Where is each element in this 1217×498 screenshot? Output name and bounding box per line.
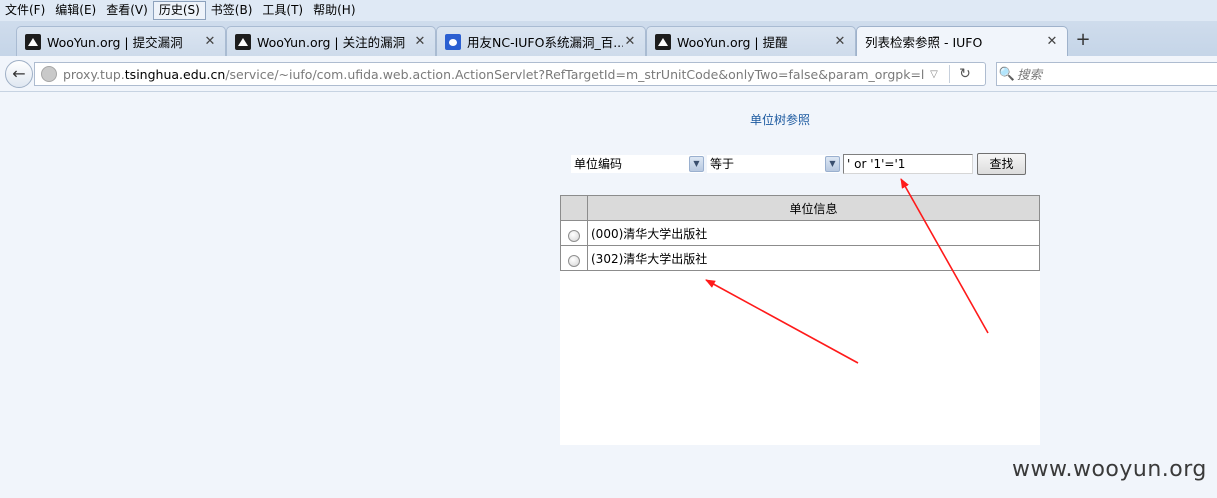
tab-label: 用友NC-IUFO系统漏洞_百... (467, 35, 623, 50)
table-header-row: 单位信息 (560, 195, 1040, 221)
globe-icon (41, 66, 57, 82)
close-icon[interactable]: ✕ (833, 34, 847, 49)
wooyun-favicon-icon (655, 33, 671, 50)
url-path: /service/~iufo/com.ufida.web.action.Acti… (225, 66, 925, 82)
tab-iufo-active[interactable]: 列表检索参照 - IUFO ✕ (856, 26, 1068, 56)
tab-wooyun-submit[interactable]: WooYun.org | 提交漏洞 ✕ (16, 26, 226, 56)
url-prefix: proxy.tup. (63, 66, 125, 82)
menu-view[interactable]: 查看(V) (101, 1, 153, 20)
menu-help[interactable]: 帮助(H) (308, 1, 360, 20)
close-icon[interactable]: ✕ (623, 34, 637, 49)
url-domain: tsinghua.edu.cn (124, 66, 226, 82)
table-row[interactable]: (302)清华大学出版社 (560, 245, 1040, 271)
row-unit-label: (000)清华大学出版社 (587, 220, 1040, 246)
menu-tools[interactable]: 工具(T) (257, 1, 308, 20)
filter-field-value: 单位编码 (574, 157, 623, 171)
search-button[interactable]: 查找 (977, 153, 1026, 175)
tab-baidu-search[interactable]: 用友NC-IUFO系统漏洞_百... ✕ (436, 26, 646, 56)
chevron-down-icon[interactable]: ▼ (825, 156, 840, 172)
filter-field-select[interactable]: 单位编码 ▼ (571, 155, 704, 173)
row-radio[interactable] (568, 229, 580, 242)
search-input[interactable] (1017, 66, 1207, 82)
row-radio-cell (560, 245, 588, 271)
url-bar[interactable]: proxy.tup.tsinghua.edu.cn/service/~iufo/… (34, 62, 986, 86)
filter-operator-value: 等于 (710, 157, 735, 171)
row-unit-label: (302)清华大学出版社 (587, 245, 1040, 271)
watermark: www.wooyun.org (1012, 457, 1207, 482)
new-tab-button[interactable]: + (1072, 29, 1094, 51)
tab-label: WooYun.org | 提交漏洞 (47, 35, 183, 50)
url-text[interactable]: proxy.tup.tsinghua.edu.cn/service/~iufo/… (63, 67, 925, 82)
reload-icon[interactable]: ↻ (956, 66, 974, 82)
tab-label: WooYun.org | 关注的漏洞 (257, 35, 406, 50)
tab-label: WooYun.org | 提醒 (677, 35, 788, 50)
filter-value-input[interactable] (843, 154, 973, 174)
menu-file[interactable]: 文件(F) (0, 1, 50, 20)
result-panel: 单位信息 (000)清华大学出版社 (302)清华大学出版社 (560, 195, 1040, 445)
tab-wooyun-reminder[interactable]: WooYun.org | 提醒 ✕ (646, 26, 856, 56)
wooyun-favicon-icon (25, 33, 41, 50)
table-header-unit-info: 单位信息 (587, 195, 1040, 221)
baidu-paw-icon (445, 33, 461, 50)
url-dropdown-icon[interactable]: ▽ (925, 69, 943, 80)
menu-history[interactable]: 历史(S) (152, 1, 206, 20)
page-content: 单位树参照 单位编码 ▼ 等于 ▼ 查找 单位信息 (000)清华大学出版社 (… (0, 93, 1217, 498)
close-icon[interactable]: ✕ (203, 34, 217, 49)
close-icon[interactable]: ✕ (1045, 34, 1059, 49)
menu-bar: 文件(F) 编辑(E) 查看(V) 历史(S) 书签(B) 工具(T) 帮助(H… (0, 0, 1217, 21)
url-separator (949, 65, 950, 83)
tab-wooyun-followed[interactable]: WooYun.org | 关注的漏洞 ✕ (226, 26, 436, 56)
tab-label: 列表检索参照 - IUFO (865, 35, 983, 50)
back-button[interactable]: ← (5, 60, 33, 88)
search-icon: 🔍 (998, 66, 1016, 82)
close-icon[interactable]: ✕ (413, 34, 427, 49)
tab-strip: WooYun.org | 提交漏洞 ✕ WooYun.org | 关注的漏洞 ✕… (0, 21, 1217, 56)
wooyun-favicon-icon (235, 33, 251, 50)
row-radio[interactable] (568, 254, 580, 267)
table-row[interactable]: (000)清华大学出版社 (560, 220, 1040, 246)
result-table: 单位信息 (000)清华大学出版社 (302)清华大学出版社 (560, 195, 1040, 271)
navigation-bar: ← proxy.tup.tsinghua.edu.cn/service/~iuf… (0, 56, 1217, 92)
row-radio-cell (560, 220, 588, 246)
page-title: 单位树参照 (749, 113, 810, 127)
search-bar[interactable]: 🔍 (996, 62, 1217, 86)
table-header-select (560, 195, 588, 221)
menu-bookmarks[interactable]: 书签(B) (206, 1, 258, 20)
filter-operator-select[interactable]: 等于 ▼ (707, 155, 840, 173)
chevron-down-icon[interactable]: ▼ (689, 156, 704, 172)
back-arrow-icon: ← (12, 64, 26, 83)
menu-edit[interactable]: 编辑(E) (50, 1, 101, 20)
